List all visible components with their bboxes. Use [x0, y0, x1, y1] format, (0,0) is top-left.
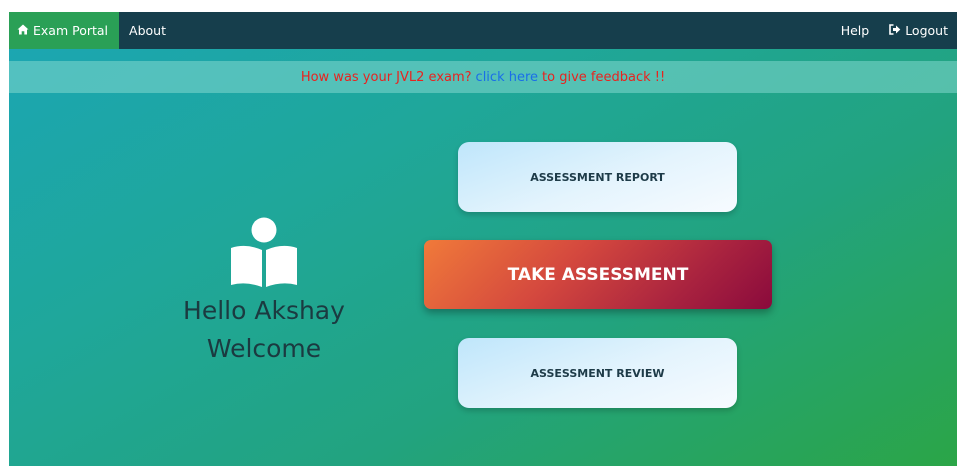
home-icon [17, 24, 29, 37]
feedback-link[interactable]: click here [476, 70, 538, 85]
about-label: About [129, 23, 166, 38]
logout-link[interactable]: Logout [879, 12, 957, 49]
assessment-review-button[interactable]: ASSESSMENT REVIEW [458, 338, 737, 408]
take-assessment-button[interactable]: TAKE ASSESSMENT [424, 240, 772, 309]
help-label: Help [840, 23, 870, 38]
navbar-left: Exam Portal About [9, 12, 176, 49]
navbar-right: Help Logout [831, 12, 957, 49]
app-frame: Exam Portal About Help Logout How was yo… [9, 12, 957, 466]
about-link[interactable]: About [119, 12, 176, 49]
assessment-report-button[interactable]: ASSESSMENT REPORT [458, 142, 737, 212]
reader-icon [231, 217, 297, 287]
sign-out-icon [889, 24, 901, 37]
exam-portal-label: Exam Portal [33, 23, 109, 38]
banner-text-before: How was your JVL2 exam? [300, 69, 472, 85]
feedback-banner: How was your JVL2 exam? click here to gi… [9, 61, 957, 93]
welcome-panel: Hello Akshay Welcome [169, 217, 359, 365]
greeting-text: Hello Akshay [183, 296, 345, 325]
logout-label: Logout [905, 23, 948, 38]
help-link[interactable]: Help [831, 12, 880, 49]
welcome-text: Welcome [206, 334, 322, 363]
banner-text-after: to give feedback !! [542, 69, 666, 85]
top-navbar: Exam Portal About Help Logout [9, 12, 957, 49]
exam-portal-link[interactable]: Exam Portal [9, 12, 120, 49]
